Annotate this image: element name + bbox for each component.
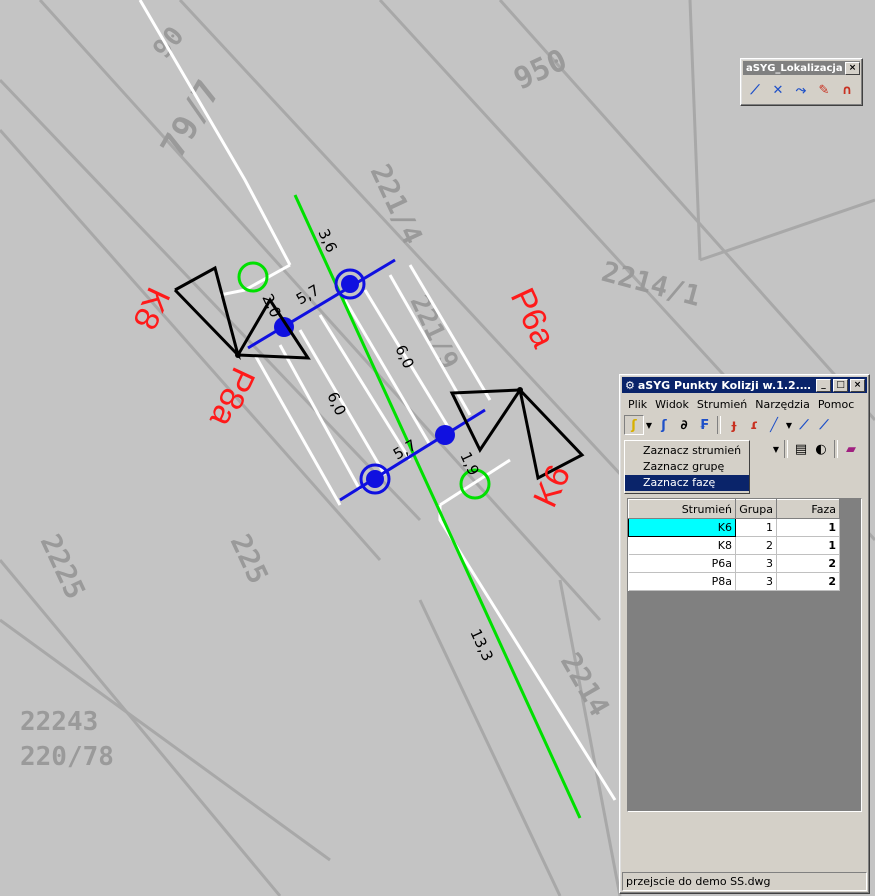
dim-label: 1,9	[456, 449, 482, 478]
minimize-button[interactable]: _	[816, 378, 831, 392]
signal-node	[517, 387, 523, 393]
menu-narzedzia[interactable]: Narzędzia	[751, 398, 814, 411]
app-icon: ⚙	[625, 378, 635, 392]
menu-item-zaznacz-strumien[interactable]: Zaznacz strumień	[625, 443, 749, 459]
remove-point-icon[interactable]: ⟋	[814, 415, 834, 435]
lokalizacja-titlebar[interactable]: aSYG_Lokalizacja ×	[743, 61, 860, 75]
bg-number: 221/4	[364, 159, 430, 249]
cell-phase[interactable]: 2	[776, 554, 840, 573]
main-title: aSYG Punkty Kolizji w.1.2.23...	[637, 378, 814, 392]
bg-number: 950	[509, 43, 573, 98]
cell-phase[interactable]: 2	[776, 572, 840, 591]
menu-widok[interactable]: Widok	[651, 398, 693, 411]
menubar: Plik Widok Strumień Narzędzia Pomoc	[620, 395, 869, 413]
remove-stream-icon[interactable]: ɾ	[744, 415, 764, 435]
draw-line-icon[interactable]: ╱	[764, 415, 784, 435]
properties-icon[interactable]: ▤	[791, 439, 811, 459]
bg-number: 90	[147, 21, 190, 64]
cell-group[interactable]: 3	[735, 572, 777, 591]
cell-stream[interactable]: P8a	[628, 572, 736, 591]
col-strumien[interactable]: Strumień	[628, 499, 736, 519]
select-mode-dropdown: Zaznacz strumień Zaznacz grupę Zaznacz f…	[624, 440, 750, 494]
close-button[interactable]: ×	[850, 378, 865, 392]
blue-collision-point[interactable]	[366, 470, 384, 488]
status-text: przejscie do demo SS.dwg	[626, 875, 771, 888]
menu-item-zaznacz-grupe[interactable]: Zaznacz grupę	[625, 459, 749, 475]
chevron-down-icon[interactable]: ▼	[784, 415, 794, 435]
magnet-icon[interactable]: ∩	[837, 80, 857, 100]
dim-label: 6,0	[323, 389, 349, 418]
col-grupa[interactable]: Grupa	[735, 499, 777, 519]
status-bar: przejscie do demo SS.dwg	[622, 872, 867, 891]
separator	[717, 416, 721, 434]
branch-tool-icon[interactable]: ⤳	[791, 80, 811, 100]
label-p8a: P8a	[202, 362, 262, 433]
chevron-down-icon[interactable]: ▼	[771, 439, 781, 459]
pen-tool-icon[interactable]: ✎	[814, 80, 834, 100]
label-p6a: P6a	[503, 282, 563, 353]
add-point-icon[interactable]: ⟋	[794, 415, 814, 435]
cell-stream[interactable]: P6a	[628, 554, 736, 573]
separator	[784, 440, 788, 458]
bg-number: 220/78	[20, 742, 114, 772]
cell-group[interactable]: 1	[735, 518, 777, 537]
book-icon[interactable]: ▰	[841, 439, 861, 459]
chevron-down-icon[interactable]: ▼	[644, 415, 654, 435]
col-faza[interactable]: Faza	[776, 499, 840, 519]
bg-numbers: 90 79/7 950 221/4 221/9 2225 2214/1 2224…	[20, 21, 704, 772]
stream-icon[interactable]: ʃ	[654, 415, 674, 435]
cell-phase[interactable]: 1	[776, 536, 840, 555]
menu-pomoc[interactable]: Pomoc	[814, 398, 858, 411]
separator	[834, 440, 838, 458]
cell-group[interactable]: 2	[735, 536, 777, 555]
cell-stream[interactable]: K6	[628, 518, 736, 537]
cell-group[interactable]: 3	[735, 554, 777, 573]
table-row[interactable]: K6 1 1	[628, 518, 840, 537]
select-stream-icon[interactable]: ʃ	[624, 415, 644, 435]
line-tool-icon[interactable]: ⟋	[745, 80, 765, 100]
add-stream-icon[interactable]: ɟ	[724, 415, 744, 435]
stream-group-icon[interactable]: ₣	[694, 415, 714, 435]
streams-table: Strumień Grupa Faza K6 1 1 K8 2 1 P6a 3 …	[628, 499, 840, 591]
lokalizacja-toolbar: aSYG_Lokalizacja × ⟋ ✕ ⤳ ✎ ∩	[740, 58, 863, 106]
bg-number: 2214	[554, 647, 616, 722]
cell-stream[interactable]: K8	[628, 536, 736, 555]
blue-point[interactable]	[435, 425, 455, 445]
table-row[interactable]: K8 2 1	[628, 536, 840, 555]
maximize-button[interactable]: □	[833, 378, 848, 392]
cell-phase[interactable]: 1	[776, 518, 840, 537]
dim-label: 3,6	[314, 226, 340, 255]
blue-collision-point[interactable]	[341, 275, 359, 293]
label-k8: K8	[125, 282, 177, 336]
signal-node	[235, 352, 241, 358]
cross-tool-icon[interactable]: ✕	[768, 80, 788, 100]
menu-item-zaznacz-faze[interactable]: Zaznacz fazę	[625, 475, 749, 491]
table-row[interactable]: P8a 3 2	[628, 572, 840, 591]
main-titlebar[interactable]: ⚙ aSYG Punkty Kolizji w.1.2.23... _ □ ×	[622, 377, 867, 393]
dim-label: 13,3	[466, 626, 496, 664]
stream-phase-icon[interactable]: ∂	[674, 415, 694, 435]
label-k6: K6	[526, 459, 578, 513]
menu-strumien[interactable]: Strumień	[693, 398, 751, 411]
lokalizacja-title: aSYG_Lokalizacja	[746, 62, 843, 74]
bg-number: 2225	[34, 529, 92, 604]
bg-number: 2214/1	[598, 255, 704, 313]
close-button[interactable]: ×	[845, 61, 860, 75]
settings-icon[interactable]: ◐	[811, 439, 831, 459]
bg-number: 22243	[20, 707, 98, 737]
dim-label: 6,0	[391, 342, 417, 371]
dimensions: 3,6 2,0 5,7 6,0 6,0 5,7 1,9 13,3	[258, 226, 496, 664]
table-row[interactable]: P6a 3 2	[628, 554, 840, 573]
toolbar-1: ʃ ▼ ʃ ∂ ₣ ɟ ɾ ╱ ▼ ⟋ ⟋	[620, 413, 869, 437]
menu-plik[interactable]: Plik	[624, 398, 651, 411]
streams-grid[interactable]: Strumień Grupa Faza K6 1 1 K8 2 1 P6a 3 …	[627, 498, 862, 812]
bg-number: 225	[224, 529, 275, 589]
